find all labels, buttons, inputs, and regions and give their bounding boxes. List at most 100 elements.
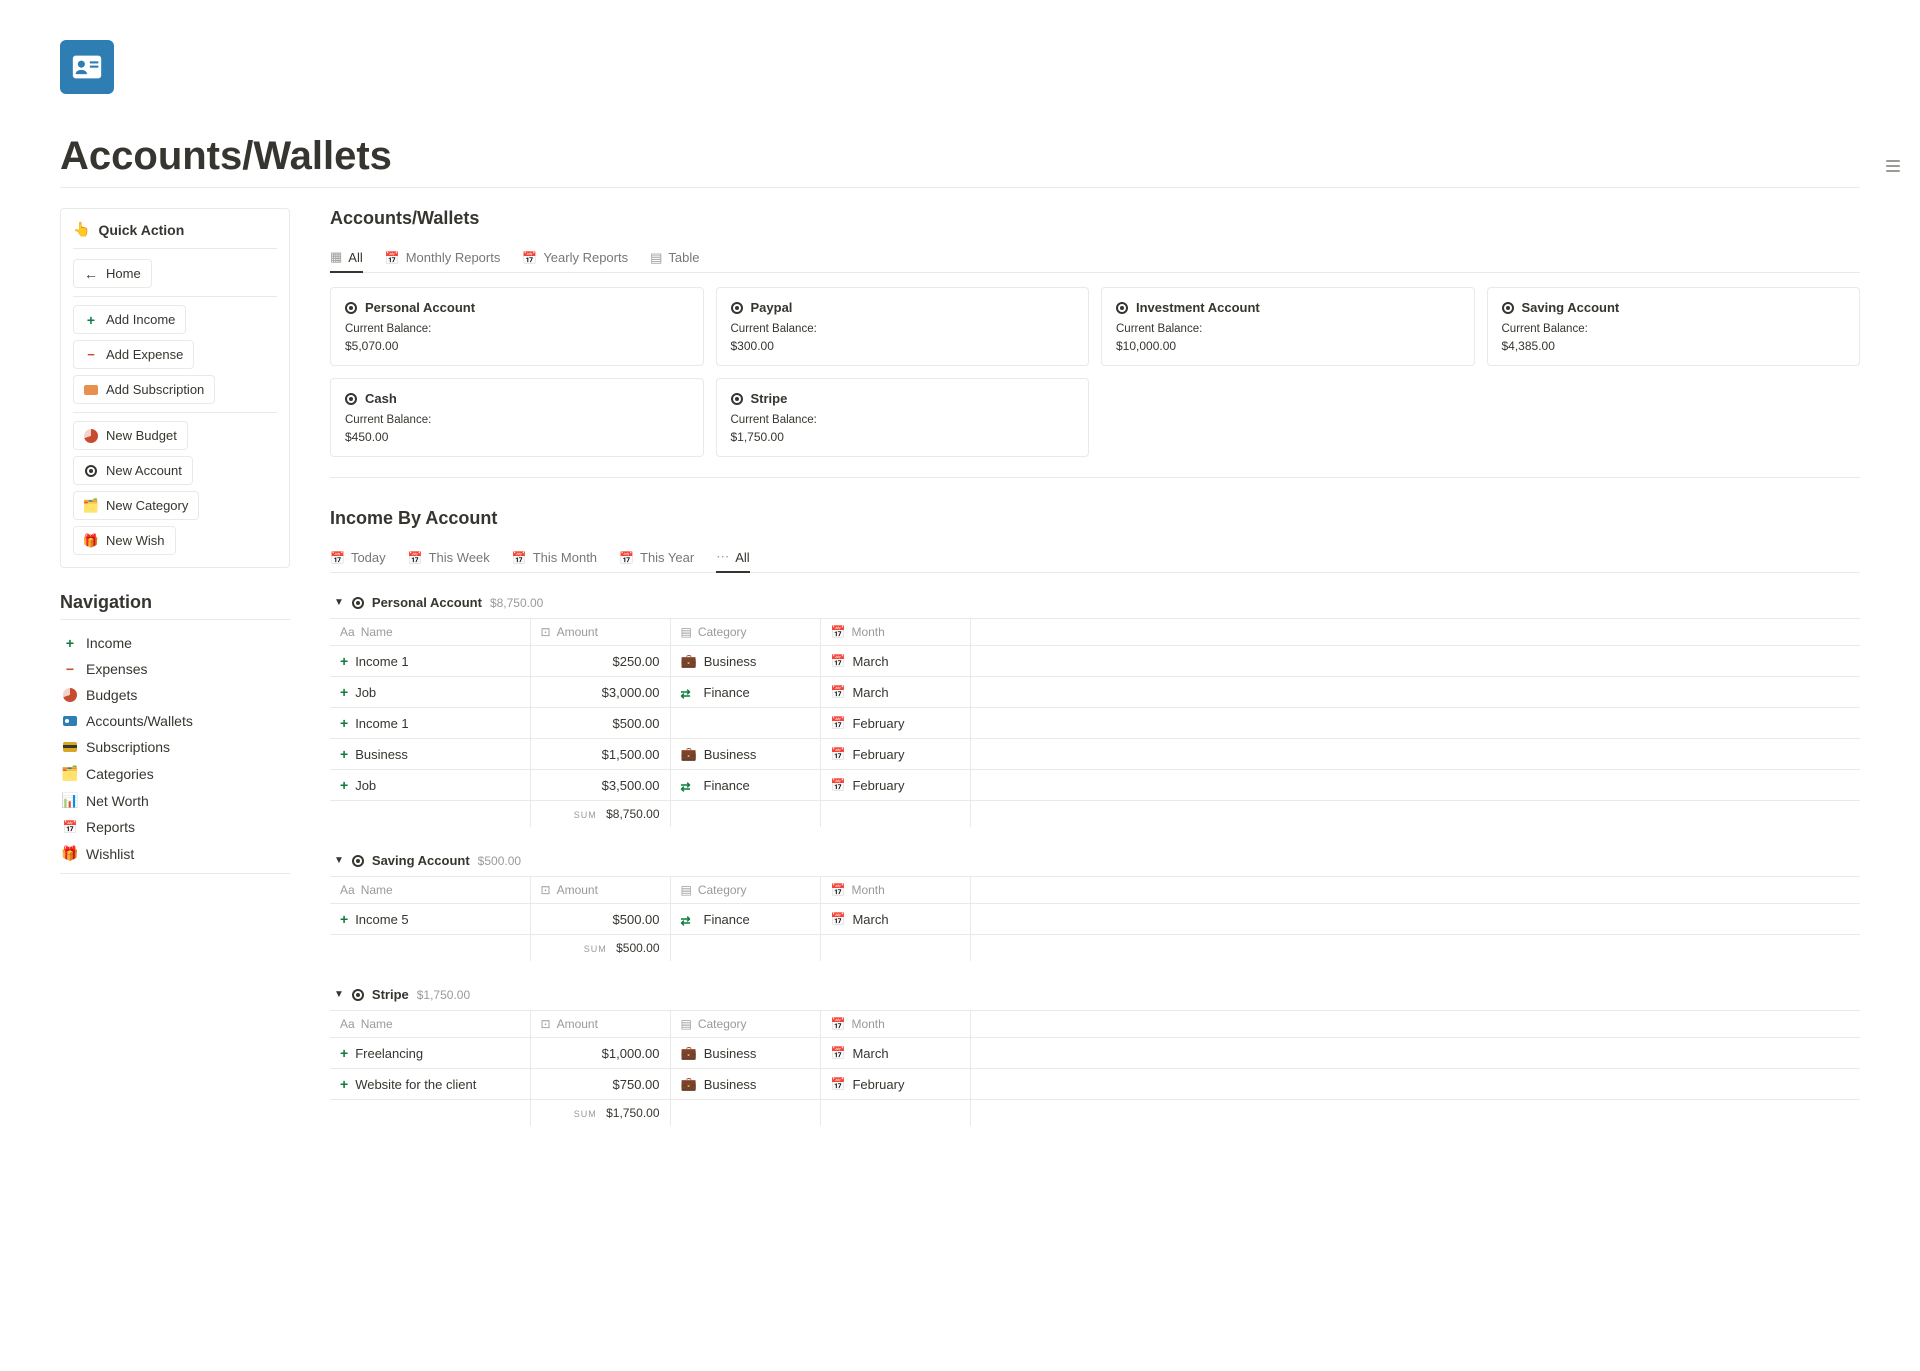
plus-icon: + [340, 684, 348, 700]
number-icon: ⊡ [541, 625, 551, 639]
account-card[interactable]: Personal Account Current Balance: $5,070… [330, 287, 704, 366]
row-category: Business [704, 1046, 757, 1061]
account-card[interactable]: Paypal Current Balance: $300.00 [716, 287, 1090, 366]
tab-month[interactable]: 📅This Month [512, 543, 597, 572]
account-card[interactable]: Investment Account Current Balance: $10,… [1101, 287, 1475, 366]
table-row[interactable]: +Freelancing $1,000.00 💼Business 📅March [330, 1038, 1860, 1069]
nav-categories[interactable]: 🗂️Categories [60, 760, 290, 787]
balance-label: Current Balance: [345, 323, 689, 335]
account-name: Investment Account [1136, 300, 1260, 315]
income-table: AaName ⊡Amount ▤Category 📅Month +Income … [330, 618, 1860, 827]
tab-year[interactable]: 📅This Year [619, 543, 694, 572]
table-row[interactable]: +Website for the client $750.00 💼Busines… [330, 1069, 1860, 1100]
new-account-button[interactable]: New Account [73, 456, 193, 485]
account-card[interactable]: Stripe Current Balance: $1,750.00 [716, 378, 1090, 457]
col-name-header: Name [361, 883, 393, 897]
calendar-icon: 📅 [522, 251, 537, 265]
circle-icon [731, 302, 743, 314]
plus-icon: + [340, 1045, 348, 1061]
nav-wishlist[interactable]: 🎁Wishlist [60, 840, 290, 867]
col-month-header: Month [851, 1017, 884, 1031]
tab-monthly[interactable]: 📅Monthly Reports [385, 243, 501, 272]
quick-action-label: Quick Action [98, 222, 184, 238]
circle-icon [345, 302, 357, 314]
nav-income[interactable]: +Income [60, 630, 290, 656]
tab-all[interactable]: ▦All [330, 243, 363, 273]
circle-icon [84, 464, 98, 478]
page-menu-icon[interactable] [1886, 160, 1900, 172]
add-expense-button[interactable]: −Add Expense [73, 340, 194, 369]
balance-value: $450.00 [345, 430, 689, 444]
nav-expenses[interactable]: −Expenses [60, 656, 290, 682]
table-row[interactable]: +Business $1,500.00 💼Business 📅February [330, 739, 1860, 770]
nav-networth[interactable]: 📊Net Worth [60, 787, 290, 814]
dots-icon: ⋯ [716, 549, 729, 565]
group-header[interactable]: ▼ Personal Account $8,750.00 [330, 587, 1860, 618]
nav-label: Accounts/Wallets [86, 713, 193, 729]
home-label: Home [106, 266, 141, 281]
row-name: Website for the client [355, 1077, 476, 1092]
tab-yearly[interactable]: 📅Yearly Reports [522, 243, 628, 272]
folder-icon: 🗂️ [84, 499, 98, 513]
balance-value: $300.00 [731, 339, 1075, 353]
pie-icon [62, 688, 78, 702]
relation-icon: ▤ [681, 625, 692, 639]
income-table: AaName ⊡Amount ▤Category 📅Month +Freelan… [330, 1010, 1860, 1126]
triangle-down-icon: ▼ [334, 855, 344, 866]
calendar-icon: 📅 [831, 747, 846, 761]
nav-label: Subscriptions [86, 739, 170, 755]
col-name-header: Name [361, 1017, 393, 1031]
row-name: Income 1 [355, 716, 408, 731]
nav-reports[interactable]: 📅Reports [60, 814, 290, 840]
new-wish-button[interactable]: 🎁New Wish [73, 526, 176, 555]
table-row[interactable]: +Job $3,500.00 Finance 📅February [330, 770, 1860, 801]
group-header[interactable]: ▼ Saving Account $500.00 [330, 845, 1860, 876]
plus-icon: + [340, 911, 348, 927]
group-total: $500.00 [478, 854, 521, 868]
table-row[interactable]: +Job $3,000.00 Finance 📅March [330, 677, 1860, 708]
text-icon: Aa [340, 625, 355, 639]
income-table: AaName ⊡Amount ▤Category 📅Month +Income … [330, 876, 1860, 961]
calendar-icon: 📅 [831, 625, 846, 639]
row-category: Finance [704, 685, 750, 700]
col-amount-header: Amount [557, 883, 598, 897]
circle-icon [1116, 302, 1128, 314]
tab-today[interactable]: 📅Today [330, 543, 386, 572]
nav-budgets[interactable]: Budgets [60, 682, 290, 708]
col-amount-header: Amount [557, 625, 598, 639]
add-income-label: Add Income [106, 312, 175, 327]
table-row[interactable]: +Income 5 $500.00 Finance 📅March [330, 904, 1860, 935]
new-budget-button[interactable]: New Budget [73, 421, 188, 450]
home-button[interactable]: ←Home [73, 259, 152, 288]
grid-icon: ▦ [330, 249, 342, 265]
circle-icon [345, 393, 357, 405]
table-row[interactable]: +Income 1 $500.00 📅February [330, 708, 1860, 739]
income-section-title: Income By Account [330, 508, 1860, 529]
calendar-icon: 📅 [62, 820, 78, 834]
calendar-icon: 📅 [385, 251, 400, 265]
account-card[interactable]: Cash Current Balance: $450.00 [330, 378, 704, 457]
col-category-header: Category [698, 1017, 747, 1031]
nav-subscriptions[interactable]: Subscriptions [60, 734, 290, 760]
folder-icon: 🗂️ [62, 765, 78, 782]
finance-icon [681, 913, 697, 925]
nav-accounts[interactable]: Accounts/Wallets [60, 708, 290, 734]
tab-week[interactable]: 📅This Week [408, 543, 490, 572]
add-income-button[interactable]: +Add Income [73, 305, 186, 334]
account-card[interactable]: Saving Account Current Balance: $4,385.0… [1487, 287, 1861, 366]
group-header[interactable]: ▼ Stripe $1,750.00 [330, 979, 1860, 1010]
row-category: Finance [704, 912, 750, 927]
new-category-button[interactable]: 🗂️New Category [73, 491, 199, 520]
briefcase-icon: 💼 [681, 1076, 697, 1092]
calendar-icon: 📅 [831, 883, 846, 897]
calendar-icon: 📅 [831, 654, 846, 668]
finance-icon [681, 686, 697, 698]
tab-all-income[interactable]: ⋯All [716, 543, 749, 573]
table-row[interactable]: +Income 1 $250.00 💼Business 📅March [330, 646, 1860, 677]
row-amount: $500.00 [530, 708, 670, 739]
plus-icon: + [340, 715, 348, 731]
add-subscription-button[interactable]: Add Subscription [73, 375, 215, 404]
row-amount: $500.00 [530, 904, 670, 935]
plus-icon: + [340, 653, 348, 669]
tab-table[interactable]: ▤Table [650, 243, 699, 272]
